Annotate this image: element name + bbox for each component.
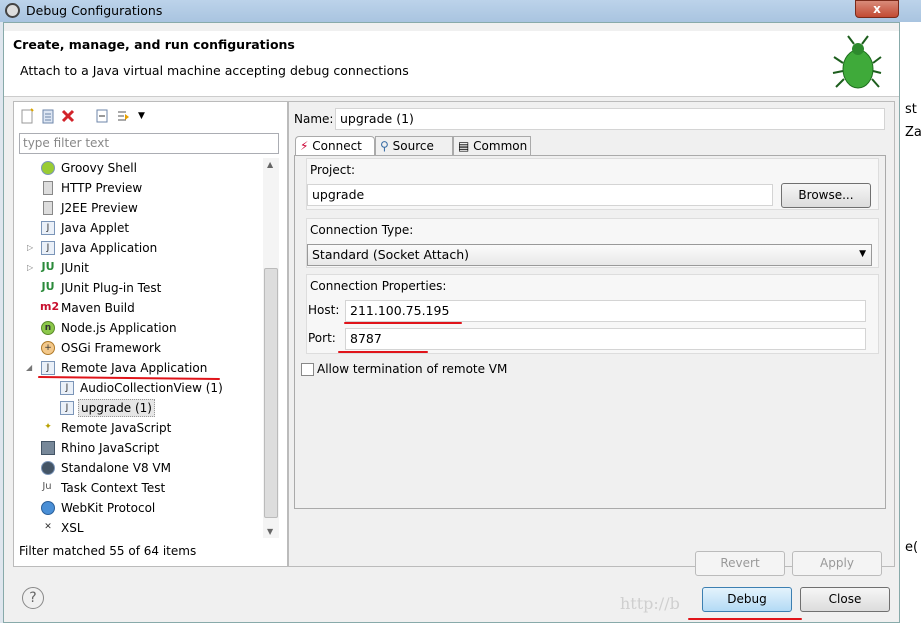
project-label: Project: [310,163,356,177]
tree-scrollbar[interactable]: ▲ ▼ [263,158,279,538]
port-input[interactable]: 8787 [345,328,866,350]
debug-bug-icon [832,35,882,89]
header-subtitle: Attach to a Java virtual machine accepti… [20,63,409,78]
duplicate-icon[interactable] [39,108,55,124]
header-title: Create, manage, and run configurations [13,37,295,52]
view-menu-chevron-down-icon[interactable]: ▼ [138,108,154,124]
name-input[interactable]: upgrade (1) [335,108,885,130]
tree-item-rhino-javascript[interactable]: Rhino JavaScript [14,438,264,458]
close-button[interactable]: Close [800,587,890,612]
help-icon[interactable]: ? [22,587,44,609]
dialog-header: Create, manage, and run configurations A… [4,31,899,97]
expand-icon: ▷ [27,263,34,272]
connection-type-label: Connection Type: [310,223,414,237]
tree-item-webkit-protocol[interactable]: WebKit Protocol [14,498,264,518]
tree-item-groovy-shell[interactable]: Groovy Shell [14,158,264,178]
scroll-up-icon[interactable]: ▲ [267,160,273,169]
configuration-list-panel: ▼ type filter text Groovy Shell HTTP Pre… [13,101,288,567]
connection-type-select[interactable]: Standard (Socket Attach) ▼ [307,244,872,266]
window-title: Debug Configurations [26,3,163,18]
tree-item-audiocollectionview[interactable]: J AudioCollectionView (1) [14,378,264,398]
project-group: Project: upgrade Browse... [306,158,879,210]
tree-item-java-application[interactable]: ▷ J Java Application [14,238,264,258]
tree-item-standalone-v8-vm[interactable]: Standalone V8 VM [14,458,264,478]
eclipse-icon [5,3,20,18]
tree-item-junit-plugin-test[interactable]: JU JUnit Plug-in Test [14,278,264,298]
delete-icon[interactable] [60,108,76,124]
tree-item-xsl[interactable]: ✕ XSL [14,518,264,538]
browse-button[interactable]: Browse... [781,183,871,208]
name-label: Name: [294,112,334,126]
bg-text: st [905,102,917,117]
tree-item-java-applet[interactable]: J Java Applet [14,218,264,238]
tree-item-maven-build[interactable]: m2 Maven Build [14,298,264,318]
allow-termination-label[interactable]: Allow termination of remote VM [317,362,507,376]
tree-item-http-preview[interactable]: HTTP Preview [14,178,264,198]
tree-item-junit[interactable]: ▷ JU JUnit [14,258,264,278]
allow-termination-checkbox[interactable] [301,363,314,376]
connection-properties-group: Connection Properties: Host: 211.100.75.… [306,274,879,354]
scroll-down-icon[interactable]: ▼ [267,527,273,536]
expand-icon: ▷ [27,243,34,252]
collapse-icon: ◢ [26,363,33,372]
tree-item-remote-javascript[interactable]: ✦ Remote JavaScript [14,418,264,438]
bg-text: Za [905,125,921,140]
connection-type-group: Connection Type: Standard (Socket Attach… [306,218,879,268]
collapse-all-icon[interactable] [94,108,110,124]
tab-source[interactable]: ⚲ Source [375,136,453,156]
common-icon: ▤ [458,139,470,153]
watermark: http://b [620,594,680,613]
window-close-button[interactable]: x [855,0,899,18]
config-tree: Groovy Shell HTTP Preview J2EE Preview J… [14,158,264,538]
tree-item-remote-java-application[interactable]: ◢ J Remote Java Application [14,358,264,378]
host-label: Host: [308,303,340,317]
chevron-down-icon: ▼ [859,249,866,259]
annotation-underline [338,351,428,353]
connect-tab-panel: Project: upgrade Browse... Connection Ty… [294,155,886,509]
tree-item-nodejs-application[interactable]: n Node.js Application [14,318,264,338]
source-icon: ⚲ [380,139,389,153]
debug-button[interactable]: Debug [702,587,792,612]
tab-common[interactable]: ▤ Common [453,136,531,156]
filter-status: Filter matched 55 of 64 items [19,544,197,558]
project-input[interactable]: upgrade [307,184,773,206]
filter-input[interactable]: type filter text [19,133,279,154]
apply-button[interactable]: Apply [792,551,882,576]
annotation-underline [688,618,802,620]
scrollbar-thumb[interactable] [264,268,278,518]
tree-item-upgrade[interactable]: Jupgrade (1) [14,398,264,418]
new-config-icon[interactable] [19,108,35,124]
revert-button[interactable]: Revert [695,551,785,576]
bg-text: e( [905,540,919,555]
host-input[interactable]: 211.100.75.195 [345,300,866,322]
tab-connect[interactable]: ⚡ Connect [295,136,375,156]
connection-properties-label: Connection Properties: [310,279,447,293]
filter-icon[interactable] [116,108,132,124]
title-bar: Debug Configurations x [0,0,921,22]
port-label: Port: [308,331,336,345]
annotation-underline [344,322,462,324]
connect-icon: ⚡ [300,139,309,153]
background-window: st Za e( [900,22,921,623]
tree-item-osgi-framework[interactable]: + OSGi Framework [14,338,264,358]
configuration-editor: Name: upgrade (1) ⚡ Connect ⚲ Source ▤ C… [288,101,895,576]
tree-item-j2ee-preview[interactable]: J2EE Preview [14,198,264,218]
tree-item-task-context-test[interactable]: Ju Task Context Test [14,478,264,498]
